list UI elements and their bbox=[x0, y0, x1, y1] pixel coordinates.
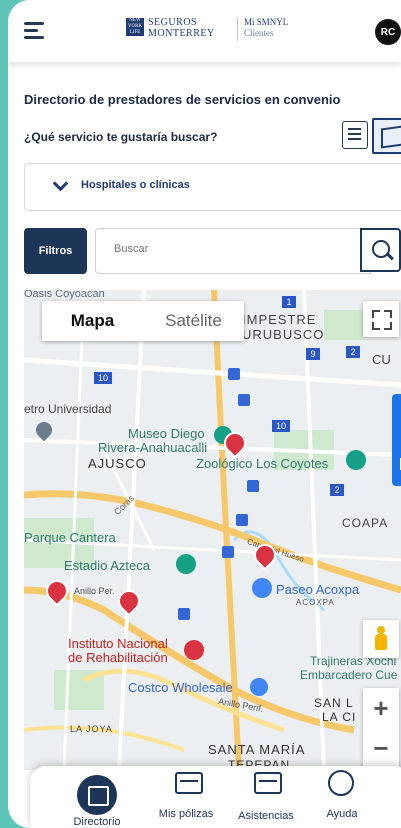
assistance-icon[interactable] bbox=[254, 772, 282, 794]
card-icon[interactable] bbox=[175, 772, 203, 794]
map-label: Anillo Per. bbox=[74, 586, 115, 596]
transit-icon bbox=[178, 608, 190, 620]
map-label: Zoológico Los Coyotes bbox=[196, 456, 329, 471]
map-label: Estadio Azteca bbox=[64, 558, 150, 573]
park-area bbox=[324, 310, 364, 340]
map-label: IMPESTRE bbox=[242, 312, 317, 327]
search-input[interactable] bbox=[112, 242, 356, 256]
search-button[interactable] bbox=[360, 228, 401, 272]
map-label: Embarcadero Cue bbox=[300, 668, 398, 682]
map-label: de Rehabilitación bbox=[68, 650, 168, 665]
search-field[interactable] bbox=[95, 228, 371, 274]
map-label: COAPA bbox=[342, 516, 389, 530]
route-shield: 1 bbox=[282, 296, 296, 308]
nav-label: Directorio bbox=[73, 816, 121, 828]
route-shield: 9 bbox=[306, 348, 320, 360]
map-label: Instituto Nacional bbox=[68, 636, 168, 651]
directory-icon[interactable] bbox=[77, 775, 117, 815]
street bbox=[117, 290, 146, 770]
zoom-control: + − bbox=[363, 688, 399, 768]
fullscreen-icon bbox=[372, 310, 380, 318]
nav-label: Ayuda bbox=[326, 808, 358, 820]
selected-service: Hospitales o clínicas bbox=[81, 179, 190, 191]
app-name-line-1: Mi SMNYL bbox=[244, 17, 289, 27]
map-label: SANTA MARÍA bbox=[208, 742, 306, 757]
map-label: AJUSCO bbox=[88, 456, 147, 471]
pegman-body bbox=[375, 634, 387, 650]
map-icon bbox=[381, 125, 401, 149]
map-label: LA JOYA bbox=[70, 724, 113, 734]
route-shield: 10 bbox=[94, 372, 112, 384]
map-label: URUBUSCO bbox=[242, 327, 325, 342]
street-view-pegman[interactable] bbox=[363, 620, 399, 658]
fullscreen-button[interactable] bbox=[363, 301, 399, 337]
shopping-poi-icon bbox=[252, 578, 272, 598]
brand-logo-text: SEGUROS MONTERREY bbox=[148, 17, 215, 39]
route-shield: 2 bbox=[330, 484, 344, 496]
zoo-poi-icon bbox=[346, 450, 366, 470]
map-type-map[interactable]: Mapa bbox=[42, 301, 143, 341]
transit-icon bbox=[228, 368, 240, 380]
map-type-control: Mapa Satélite bbox=[42, 301, 244, 341]
costco-poi-icon bbox=[250, 678, 268, 696]
search-question: ¿Qué servicio te gustaría buscar? bbox=[24, 130, 218, 144]
transit-icon bbox=[238, 394, 250, 406]
map-label: Oasis Coyoacán bbox=[24, 290, 105, 300]
filters-button[interactable]: Filtros bbox=[24, 228, 87, 274]
pegman-icon bbox=[377, 626, 385, 634]
map-label: Paseo Acoxpa bbox=[276, 582, 360, 597]
app-header: NEW YORK LIFE SEGUROS MONTERREY Mi SMNYL… bbox=[8, 0, 401, 62]
stadium-poi-icon bbox=[176, 554, 196, 574]
route-shield: 2 bbox=[346, 346, 360, 358]
map-label: CU bbox=[372, 352, 391, 367]
help-icon[interactable] bbox=[328, 770, 354, 796]
app-screen: NEW YORK LIFE SEGUROS MONTERREY Mi SMNYL… bbox=[8, 0, 401, 828]
map-label: Rivera-Anahuacalli bbox=[98, 440, 208, 455]
map-type-satellite[interactable]: Satélite bbox=[143, 301, 244, 341]
route-shield: 10 bbox=[272, 420, 290, 432]
map-view-button[interactable] bbox=[372, 118, 401, 154]
service-dropdown[interactable]: Hospitales o clínicas bbox=[24, 163, 401, 211]
avatar[interactable]: RC bbox=[375, 19, 401, 45]
menu-icon[interactable] bbox=[24, 22, 44, 39]
map-label: Parque Cantera bbox=[24, 530, 116, 545]
map-label: SAN L bbox=[314, 696, 354, 710]
map-label: LA CI bbox=[322, 710, 357, 724]
new-york-life-logo: NEW YORK LIFE bbox=[126, 18, 144, 36]
bottom-navigation: Directorio Mis pólizas Asistencias Ayuda bbox=[30, 766, 401, 828]
fullscreen-icon-corner bbox=[372, 322, 380, 330]
transit-icon bbox=[247, 480, 259, 492]
map-label: etro Universidad bbox=[24, 402, 112, 416]
chevron-down-icon bbox=[52, 175, 69, 192]
street bbox=[24, 438, 401, 457]
page-title: Directorio de prestadores de servicios e… bbox=[24, 92, 341, 107]
brand-line-1: SEGUROS bbox=[148, 17, 198, 28]
map-label: Costco Wholesale bbox=[128, 680, 233, 695]
map-view[interactable]: 1 9 2 10 10 2 Oasis Coyoacán IMPESTRE UR… bbox=[24, 290, 401, 770]
zoom-in-button[interactable]: + bbox=[363, 688, 399, 728]
fullscreen-icon-corner bbox=[384, 322, 392, 330]
side-panel-tab[interactable] bbox=[392, 394, 401, 486]
fullscreen-icon-corner bbox=[384, 310, 392, 318]
brand-line-2: MONTERREY bbox=[148, 28, 215, 39]
transit-icon bbox=[222, 546, 234, 558]
map-label: ACOXPA bbox=[296, 598, 335, 607]
zoom-out-button[interactable]: − bbox=[363, 728, 399, 768]
list-view-button[interactable] bbox=[342, 121, 368, 149]
search-icon-handle bbox=[386, 252, 394, 261]
logo-divider bbox=[237, 17, 238, 41]
app-name: Mi SMNYL Clientes bbox=[244, 17, 288, 39]
app-name-line-2: Clientes bbox=[244, 28, 274, 38]
map-label: Museo Diego bbox=[128, 426, 205, 441]
hospital-poi-icon bbox=[184, 640, 204, 660]
transit-icon bbox=[236, 514, 248, 526]
